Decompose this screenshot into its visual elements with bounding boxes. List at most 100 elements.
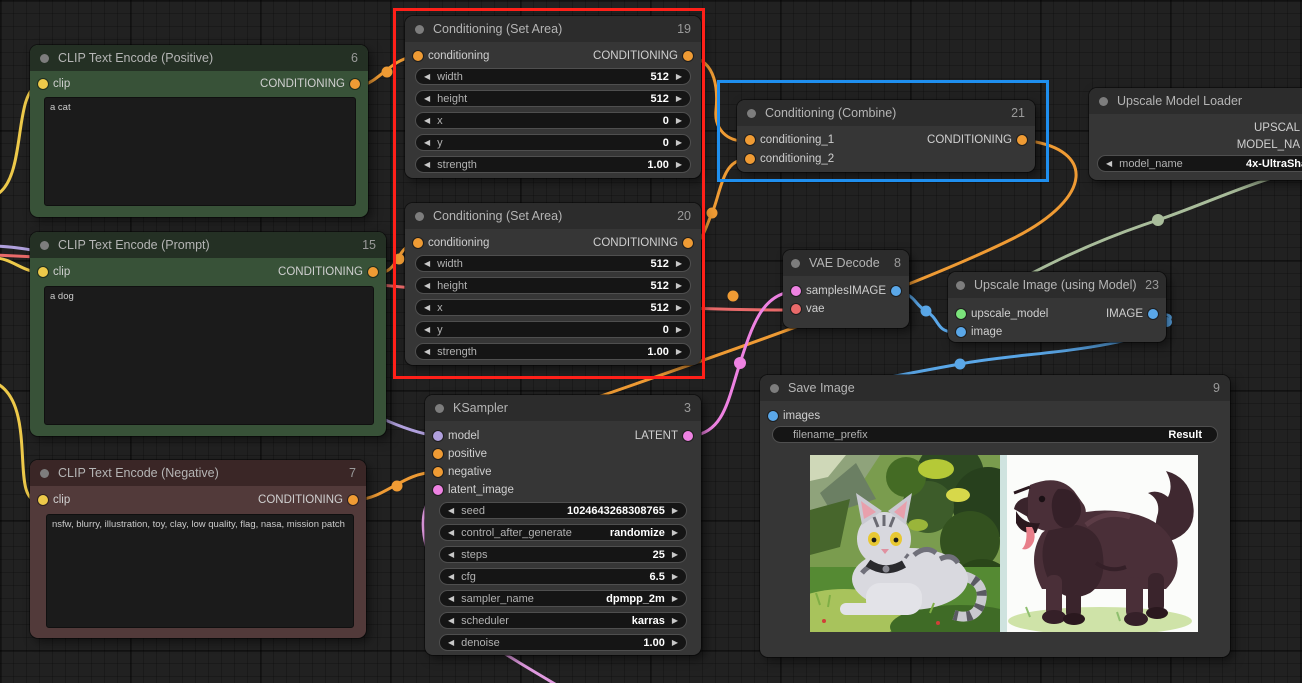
- input-slot-conditioning[interactable]: [413, 238, 423, 248]
- node-clip-text-encode-prompt[interactable]: CLIP Text Encode (Prompt) 15 clip CONDIT…: [30, 232, 386, 436]
- widget-y[interactable]: ◀ y 0 ▶: [415, 321, 691, 338]
- node-graph-canvas[interactable]: CLIP Text Encode (Positive) 6 clip CONDI…: [0, 0, 1302, 683]
- widget-steps[interactable]: ◀ steps 25 ▶: [439, 546, 687, 563]
- increment-arrow-icon[interactable]: ▶: [676, 161, 682, 169]
- decrement-arrow-icon[interactable]: ◀: [448, 551, 454, 559]
- decrement-arrow-icon[interactable]: ◀: [424, 326, 430, 334]
- output-slot-latent[interactable]: [683, 431, 693, 441]
- increment-arrow-icon[interactable]: ▶: [676, 282, 682, 290]
- input-slot-samples[interactable]: [791, 286, 801, 296]
- output-slot-conditioning[interactable]: [1017, 135, 1027, 145]
- input-slot-model[interactable]: [433, 431, 443, 441]
- prompt-textarea[interactable]: a cat: [44, 97, 356, 206]
- decrement-arrow-icon[interactable]: ◀: [448, 507, 454, 515]
- input-slot-conditioning-2[interactable]: [745, 154, 755, 164]
- widget-x[interactable]: ◀ x 0 ▶: [415, 112, 691, 129]
- widget-control-after-generate[interactable]: ◀ control_after_generate randomize ▶: [439, 524, 687, 541]
- increment-arrow-icon[interactable]: ▶: [676, 304, 682, 312]
- widget-x[interactable]: ◀ x 512 ▶: [415, 299, 691, 316]
- widget-height[interactable]: ◀ height 512 ▶: [415, 277, 691, 294]
- output-slot-image[interactable]: [891, 286, 901, 296]
- widget-height[interactable]: ◀ height 512 ▶: [415, 90, 691, 107]
- widget-value[interactable]: 0: [663, 324, 669, 336]
- node-ksampler-3[interactable]: KSampler 3 model LATENT positive negativ…: [425, 395, 701, 655]
- widget-value[interactable]: 6.5: [650, 571, 665, 583]
- cat-image-preview[interactable]: [810, 455, 1000, 632]
- node-clip-text-encode-positive[interactable]: CLIP Text Encode (Positive) 6 clip CONDI…: [30, 45, 368, 217]
- decrement-arrow-icon[interactable]: ◀: [424, 282, 430, 290]
- widget-value[interactable]: 0: [663, 137, 669, 149]
- widget-model-name[interactable]: ◀ model_name 4x-UltraShar: [1097, 155, 1302, 172]
- increment-arrow-icon[interactable]: ▶: [676, 326, 682, 334]
- decrement-arrow-icon[interactable]: ◀: [424, 117, 430, 125]
- decrement-arrow-icon[interactable]: ◀: [424, 95, 430, 103]
- node-status-dot-icon[interactable]: [415, 212, 424, 221]
- decrement-arrow-icon[interactable]: ◀: [448, 573, 454, 581]
- widget-value[interactable]: Result: [1168, 429, 1202, 441]
- node-status-dot-icon[interactable]: [747, 109, 756, 118]
- node-status-dot-icon[interactable]: [770, 384, 779, 393]
- increment-arrow-icon[interactable]: ▶: [672, 573, 678, 581]
- decrement-arrow-icon[interactable]: ◀: [424, 139, 430, 147]
- node-save-image-9[interactable]: Save Image 9 images filename_prefix Resu…: [760, 375, 1230, 657]
- decrement-arrow-icon[interactable]: ◀: [424, 73, 430, 81]
- node-clip-text-encode-negative[interactable]: CLIP Text Encode (Negative) 7 clip CONDI…: [30, 460, 366, 638]
- input-slot-vae[interactable]: [791, 304, 801, 314]
- output-slot-conditioning[interactable]: [368, 267, 378, 277]
- decrement-arrow-icon[interactable]: ◀: [448, 639, 454, 647]
- widget-scheduler[interactable]: ◀ scheduler karras ▶: [439, 612, 687, 629]
- input-slot-negative[interactable]: [433, 467, 443, 477]
- output-slot-conditioning[interactable]: [683, 51, 693, 61]
- output-slot-conditioning[interactable]: [348, 495, 358, 505]
- widget-value[interactable]: 4x-UltraShar: [1246, 158, 1302, 170]
- node-upscale-image-using-model-23[interactable]: Upscale Image (using Model) 23 upscale_m…: [948, 272, 1166, 342]
- node-vae-decode-8[interactable]: VAE Decode 8 samples IMAGE vae: [783, 250, 909, 328]
- widget-filename-prefix[interactable]: filename_prefix Result: [772, 426, 1218, 443]
- decrement-arrow-icon[interactable]: ◀: [424, 348, 430, 356]
- widget-value[interactable]: dpmpp_2m: [606, 593, 665, 605]
- node-status-dot-icon[interactable]: [435, 404, 444, 413]
- node-header[interactable]: CLIP Text Encode (Negative) 7: [30, 460, 366, 486]
- prompt-textarea[interactable]: nsfw, blurry, illustration, toy, clay, l…: [46, 514, 354, 628]
- widget-value[interactable]: karras: [632, 615, 665, 627]
- widget-value[interactable]: 512: [650, 71, 668, 83]
- input-slot-clip[interactable]: [38, 79, 48, 89]
- node-header[interactable]: Upscale Model Loader: [1089, 88, 1302, 114]
- node-header[interactable]: Conditioning (Set Area) 20: [405, 203, 701, 229]
- node-header[interactable]: KSampler 3: [425, 395, 701, 421]
- widget-width[interactable]: ◀ width 512 ▶: [415, 68, 691, 85]
- widget-cfg[interactable]: ◀ cfg 6.5 ▶: [439, 568, 687, 585]
- widget-value[interactable]: 1.00: [643, 637, 664, 649]
- node-status-dot-icon[interactable]: [956, 281, 965, 290]
- input-slot-conditioning-1[interactable]: [745, 135, 755, 145]
- node-status-dot-icon[interactable]: [1099, 97, 1108, 106]
- widget-denoise[interactable]: ◀ denoise 1.00 ▶: [439, 634, 687, 651]
- input-slot-clip[interactable]: [38, 495, 48, 505]
- decrement-arrow-icon[interactable]: ◀: [1106, 160, 1112, 168]
- increment-arrow-icon[interactable]: ▶: [676, 348, 682, 356]
- widget-y[interactable]: ◀ y 0 ▶: [415, 134, 691, 151]
- input-slot-conditioning[interactable]: [413, 51, 423, 61]
- widget-value[interactable]: 512: [650, 280, 668, 292]
- decrement-arrow-icon[interactable]: ◀: [448, 595, 454, 603]
- dog-image-preview[interactable]: [1000, 455, 1198, 632]
- increment-arrow-icon[interactable]: ▶: [672, 639, 678, 647]
- decrement-arrow-icon[interactable]: ◀: [424, 260, 430, 268]
- widget-sampler-name[interactable]: ◀ sampler_name dpmpp_2m ▶: [439, 590, 687, 607]
- widget-value[interactable]: 0: [663, 115, 669, 127]
- increment-arrow-icon[interactable]: ▶: [672, 529, 678, 537]
- node-status-dot-icon[interactable]: [40, 241, 49, 250]
- widget-strength[interactable]: ◀ strength 1.00 ▶: [415, 343, 691, 360]
- prompt-textarea[interactable]: a dog: [44, 286, 374, 425]
- widget-seed[interactable]: ◀ seed 1024643268308765 ▶: [439, 502, 687, 519]
- node-header[interactable]: Conditioning (Combine) 21: [737, 100, 1035, 126]
- output-slot-image[interactable]: [1148, 309, 1158, 319]
- input-slot-clip[interactable]: [38, 267, 48, 277]
- widget-value[interactable]: 512: [650, 93, 668, 105]
- input-slot-image[interactable]: [956, 327, 966, 337]
- increment-arrow-icon[interactable]: ▶: [676, 73, 682, 81]
- increment-arrow-icon[interactable]: ▶: [676, 95, 682, 103]
- widget-value[interactable]: 1.00: [647, 346, 668, 358]
- node-status-dot-icon[interactable]: [40, 469, 49, 478]
- node-status-dot-icon[interactable]: [40, 54, 49, 63]
